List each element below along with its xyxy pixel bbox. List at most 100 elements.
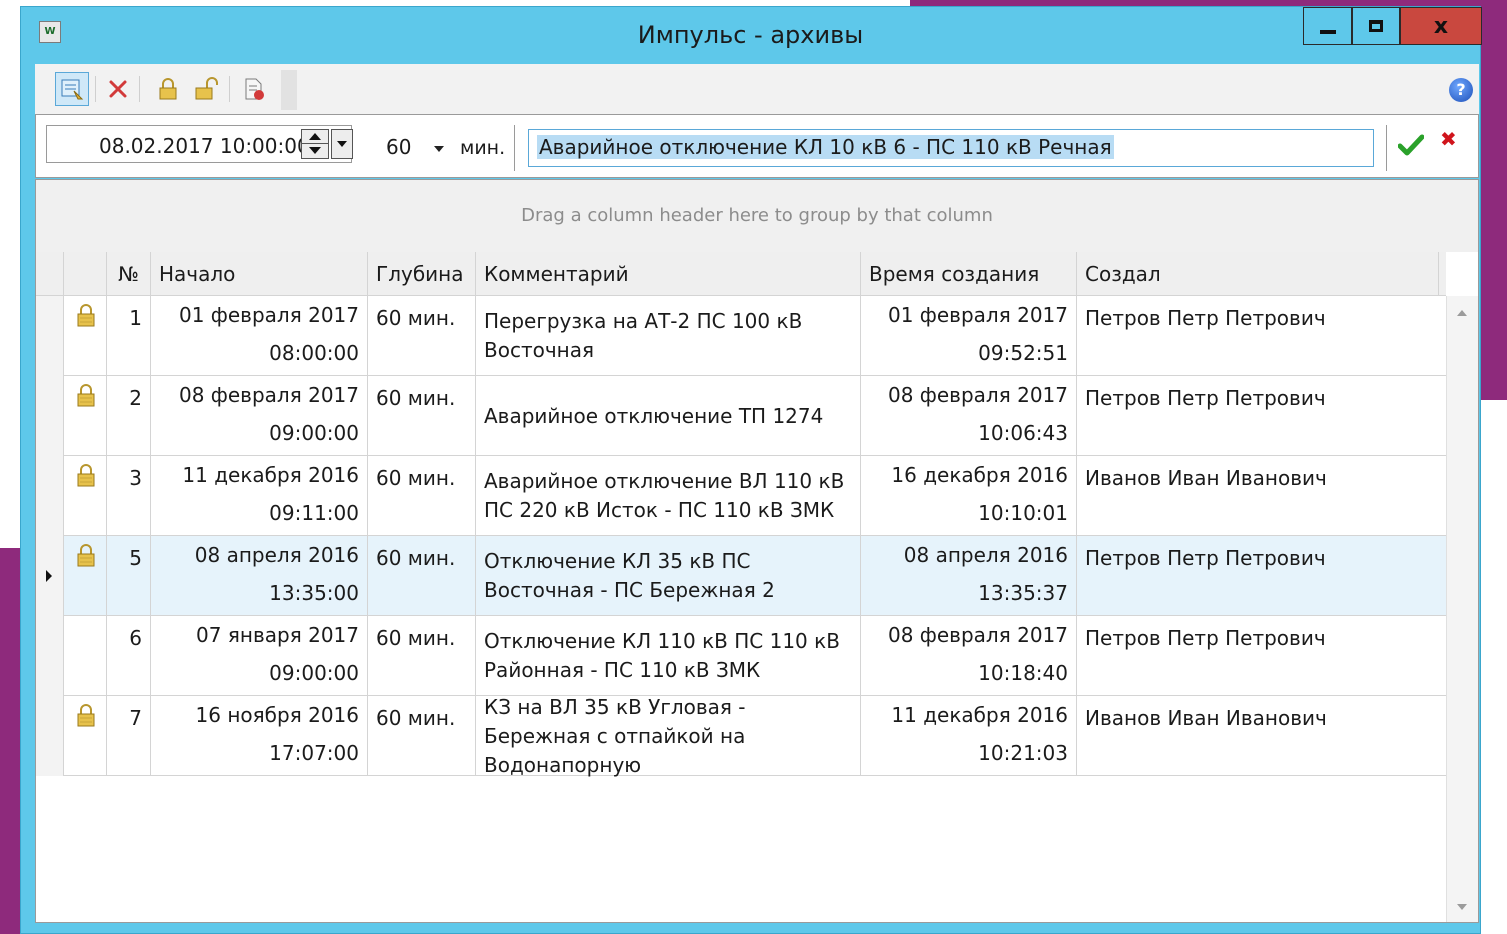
row-lock-icon	[76, 544, 96, 573]
cancel-icon[interactable]: ✖	[1440, 127, 1457, 151]
depth-cell: 60 мин.	[368, 616, 476, 696]
created-date: 16 декабря 2016	[891, 463, 1068, 487]
comment-input[interactable]: Аварийное отключение КЛ 10 кВ 6 - ПС 110…	[528, 129, 1374, 167]
author-cell: Иванов Иван Иванович	[1085, 706, 1327, 730]
archive-window: W Импульс - архивы x ? 08.02.2017 10:00:…	[20, 6, 1482, 934]
lock-icon	[159, 78, 177, 100]
author-cell: Петров Петр Петрович	[1085, 306, 1326, 330]
start-date: 08 апреля 2016	[194, 543, 359, 567]
start-time: 13:35:00	[269, 581, 359, 605]
created-cell: 11 декабря 2016 10:21:03	[861, 696, 1077, 776]
comment-cell: КЗ на ВЛ 35 кВ Угловая - Бережная с отпа…	[476, 695, 861, 777]
author-cell: Иванов Иван Иванович	[1085, 466, 1327, 490]
depth-select[interactable]: 60	[386, 135, 411, 159]
column-header-comment[interactable]: Комментарий	[476, 252, 861, 296]
created-date: 08 апреля 2016	[903, 543, 1068, 567]
column-header-created[interactable]: Время создания	[861, 252, 1077, 296]
depth-dropdown-icon[interactable]	[434, 146, 444, 152]
start-cell: 11 декабря 2016 09:11:00	[151, 456, 368, 536]
row-marker[interactable]	[36, 616, 64, 696]
lock-icon	[77, 384, 95, 407]
created-time: 10:06:43	[978, 421, 1068, 445]
report-button[interactable]	[237, 72, 271, 106]
created-time: 10:18:40	[978, 661, 1068, 685]
archive-grid: Drag a column header here to group by th…	[35, 179, 1479, 923]
maximize-button[interactable]	[1352, 7, 1400, 45]
row-marker[interactable]	[36, 376, 64, 456]
lock-cell	[64, 296, 107, 376]
row-number: 6	[107, 616, 151, 696]
toolbar-separator	[95, 76, 96, 102]
table-row[interactable]: 2 08 февраля 2017 09:00:00 60 мин. Аварий…	[36, 376, 1446, 456]
row-marker-header	[36, 252, 64, 296]
created-time: 13:35:37	[978, 581, 1068, 605]
column-header-start[interactable]: Начало	[151, 252, 368, 296]
created-date: 11 декабря 2016	[891, 703, 1068, 727]
vertical-scrollbar[interactable]	[1446, 296, 1478, 922]
toolbar-overflow[interactable]	[281, 70, 297, 110]
column-header-depth[interactable]: Глубина	[368, 252, 476, 296]
table-row[interactable]: 1 01 февраля 2017 08:00:00 60 мин. Перегр…	[36, 296, 1446, 376]
depth-cell: 60 мин.	[368, 296, 476, 376]
datetime-picker[interactable]: 08.02.2017 10:00:00	[46, 125, 353, 163]
lock-column-header[interactable]	[64, 252, 107, 296]
comment-cell: Отключение КЛ 35 кВ ПС Восточная - ПС Бе…	[476, 536, 861, 616]
start-date: 11 декабря 2016	[182, 463, 359, 487]
created-date: 08 февраля 2017	[887, 383, 1068, 407]
datetime-value: 08.02.2017 10:00:00	[99, 134, 310, 158]
row-marker[interactable]	[36, 696, 64, 776]
filter-bar: 08.02.2017 10:00:00 60 мин. Аварийное от…	[35, 114, 1479, 178]
row-lock-icon	[76, 384, 96, 413]
unlock-icon	[195, 77, 218, 100]
author-cell: Петров Петр Петрович	[1085, 626, 1326, 650]
lock-cell	[64, 376, 107, 456]
scroll-up-icon[interactable]	[1457, 310, 1467, 316]
lock-icon	[77, 304, 95, 327]
created-cell: 08 февраля 2017 10:06:43	[861, 376, 1077, 456]
help-icon[interactable]: ?	[1449, 78, 1473, 102]
table-row[interactable]: 6 07 января 2017 09:00:00 60 мин. Отключе…	[36, 616, 1446, 696]
row-lock-icon	[76, 464, 96, 493]
toolbar-separator	[139, 76, 140, 102]
table-row[interactable]: 3 11 декабря 2016 09:11:00 60 мин. Аварий…	[36, 456, 1446, 536]
lock-icon	[77, 544, 95, 567]
unlock-button[interactable]	[189, 72, 223, 106]
start-cell: 08 февраля 2017 09:00:00	[151, 376, 368, 456]
datetime-dropdown-button[interactable]	[331, 129, 353, 159]
scroll-down-icon[interactable]	[1457, 904, 1467, 910]
created-cell: 08 февраля 2017 10:18:40	[861, 616, 1077, 696]
created-cell: 01 февраля 2017 09:52:51	[861, 296, 1077, 376]
depth-cell: 60 мин.	[368, 456, 476, 536]
apply-check-icon[interactable]	[1398, 133, 1424, 157]
lock-icon	[77, 704, 95, 727]
lock-button[interactable]	[151, 72, 185, 106]
table-row[interactable]: 7 16 ноября 2016 17:07:00 60 мин. КЗ на В…	[36, 695, 1446, 777]
row-marker[interactable]	[36, 456, 64, 536]
created-cell: 08 апреля 2016 13:35:37	[861, 536, 1077, 616]
row-number: 7	[107, 696, 151, 776]
close-icon: x	[1433, 13, 1449, 39]
depth-unit-label: мин.	[460, 137, 506, 159]
filter-separator	[1386, 125, 1387, 171]
table-row[interactable]: 5 08 апреля 2016 13:35:00 60 мин. Отключе…	[36, 536, 1446, 616]
minimize-button[interactable]	[1303, 7, 1352, 45]
filter-separator	[514, 125, 515, 171]
datetime-spinner[interactable]	[301, 129, 329, 159]
row-number: 3	[107, 456, 151, 536]
created-cell: 16 декабря 2016 10:10:01	[861, 456, 1077, 536]
start-date: 08 февраля 2017	[178, 383, 359, 407]
grid-header: № Начало Глубина Комментарий Время созда…	[36, 252, 1446, 296]
title-bar[interactable]: W Импульс - архивы x	[21, 7, 1482, 63]
delete-button[interactable]	[101, 72, 135, 106]
row-marker[interactable]	[36, 296, 64, 376]
column-header-author[interactable]: Создал	[1077, 252, 1439, 296]
created-date: 01 февраля 2017	[887, 303, 1068, 327]
row-marker[interactable]	[36, 536, 64, 616]
start-cell: 16 ноября 2016 17:07:00	[151, 696, 368, 776]
start-cell: 08 апреля 2016 13:35:00	[151, 536, 368, 616]
close-button[interactable]: x	[1400, 7, 1482, 45]
toolbar: ?	[35, 64, 1479, 114]
group-by-panel[interactable]: Drag a column header here to group by th…	[36, 180, 1478, 252]
edit-filter-button[interactable]	[55, 72, 89, 106]
column-header-num[interactable]: №	[107, 252, 151, 296]
